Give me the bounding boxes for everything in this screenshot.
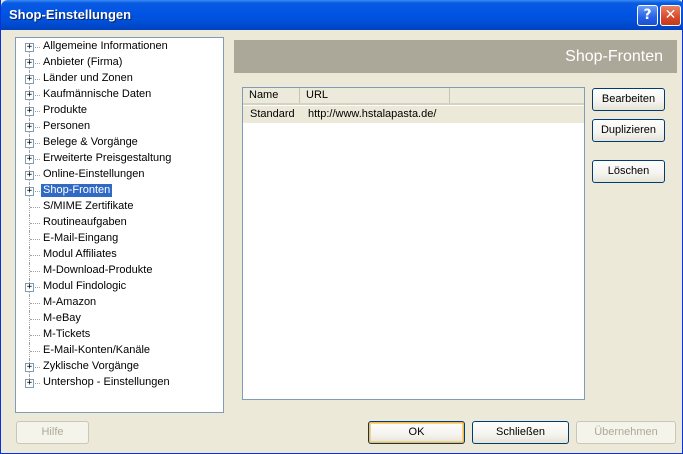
tree-item[interactable]: S/MIME Zertifikate	[16, 199, 223, 215]
tree-item-label: Zyklische Vorgänge	[43, 360, 139, 372]
tree-item-label: M-Download-Produkte	[43, 264, 153, 276]
column-header-url[interactable]: URL	[300, 88, 450, 103]
tree-item[interactable]: E-Mail-Eingang	[16, 231, 223, 247]
tree-connector	[30, 319, 40, 320]
tree-item[interactable]: Modul Affiliates	[16, 247, 223, 263]
expand-plus-icon[interactable]: +	[25, 139, 34, 148]
settings-dialog: Shop-Einstellungen ? ✕ + Allgemeine Infor…	[0, 0, 683, 454]
tree-item[interactable]: E-Mail-Konten/Kanäle	[16, 343, 223, 359]
tree-connector	[30, 239, 40, 240]
help-title-button[interactable]: ?	[637, 5, 658, 26]
help-button[interactable]: Hilfe	[16, 421, 89, 444]
tree-item[interactable]: + Erweiterte Preisgestaltung	[16, 151, 223, 167]
shopfront-list[interactable]: Name URL Standard http://www.hstalapasta…	[242, 87, 585, 400]
section-title: Shop-Fronten	[565, 48, 663, 65]
tree-connector	[30, 335, 40, 336]
tree-item[interactable]: + Modul Findologic	[16, 279, 223, 295]
tree-item-label: M-Tickets	[43, 328, 91, 340]
expand-plus-icon[interactable]: +	[25, 283, 34, 292]
tree-item-label: Produkte	[43, 104, 88, 116]
tree-item[interactable]: M-Download-Produkte	[16, 263, 223, 279]
expand-plus-icon[interactable]: +	[25, 43, 34, 52]
tree-item[interactable]: + Online-Einstellungen	[16, 167, 223, 183]
close-title-button[interactable]: ✕	[660, 5, 681, 26]
list-header: Name URL	[243, 88, 584, 105]
tree-connector	[30, 271, 40, 272]
tree-connector	[30, 303, 40, 304]
tree-item-label: Shop-Fronten	[41, 184, 113, 197]
edit-button[interactable]: Bearbeiten	[592, 88, 665, 111]
tree-item-label: Länder und Zonen	[43, 72, 133, 84]
ok-button[interactable]: OK	[368, 421, 465, 444]
tree-item[interactable]: + Untershop - Einstellungen	[16, 375, 223, 391]
tree-item-label: E-Mail-Eingang	[43, 232, 119, 244]
tree-item[interactable]: M-Tickets	[16, 327, 223, 343]
close-button[interactable]: Schließen	[472, 421, 569, 444]
cell-url: http://www.hstalapasta.de/	[308, 108, 437, 120]
tree-item-label: Anbieter (Firma)	[43, 56, 123, 68]
expand-plus-icon[interactable]: +	[25, 91, 34, 100]
expand-plus-icon[interactable]: +	[25, 75, 34, 84]
tree-item-label: Online-Einstellungen	[43, 168, 145, 180]
close-icon: ✕	[664, 7, 677, 23]
tree-connector	[30, 223, 40, 224]
tree-item-label: Kaufmännische Daten	[43, 88, 152, 100]
tree-item[interactable]: + Kaufmännische Daten	[16, 87, 223, 103]
expand-plus-icon[interactable]: +	[25, 379, 34, 388]
tree-item-label: Untershop - Einstellungen	[43, 376, 170, 388]
tree-item[interactable]: + Länder und Zonen	[16, 71, 223, 87]
tree-connector	[30, 255, 40, 256]
tree-item-label: S/MIME Zertifikate	[43, 200, 134, 212]
window-title: Shop-Einstellungen	[9, 7, 132, 22]
tree-item-label: E-Mail-Konten/Kanäle	[43, 344, 151, 356]
tree-item[interactable]: Routineaufgaben	[16, 215, 223, 231]
tree-item-label: Erweiterte Preisgestaltung	[43, 152, 172, 164]
tree-item-label: Personen	[43, 120, 91, 132]
tree-item-label: Routineaufgaben	[43, 216, 127, 228]
tree-item[interactable]: M-eBay	[16, 311, 223, 327]
expand-plus-icon[interactable]: +	[25, 107, 34, 116]
tree-item-label: M-Amazon	[43, 296, 97, 308]
expand-plus-icon[interactable]: +	[25, 59, 34, 68]
tree-item[interactable]: + Produkte	[16, 103, 223, 119]
tree-item[interactable]: M-Amazon	[16, 295, 223, 311]
expand-plus-icon[interactable]: +	[25, 123, 34, 132]
duplicate-button[interactable]: Duplizieren	[592, 119, 665, 142]
tree-item-label: Modul Findologic	[43, 280, 127, 292]
tree-item-label: Belege & Vorgänge	[43, 136, 138, 148]
table-row[interactable]: Standard http://www.hstalapasta.de/	[243, 106, 584, 123]
tree-connector	[30, 207, 40, 208]
tree-item[interactable]: + Personen	[16, 119, 223, 135]
tree-item[interactable]: + Zyklische Vorgänge	[16, 359, 223, 375]
tree-item[interactable]: + Shop-Fronten	[16, 183, 223, 199]
tree-item[interactable]: + Allgemeine Informationen	[16, 39, 223, 55]
expand-plus-icon[interactable]: +	[25, 171, 34, 180]
expand-plus-icon[interactable]: +	[25, 155, 34, 164]
title-bar[interactable]: Shop-Einstellungen ? ✕	[1, 0, 683, 30]
tree-item-label: M-eBay	[43, 312, 81, 324]
apply-button[interactable]: Übernehmen	[576, 421, 676, 444]
tree-item[interactable]: + Anbieter (Firma)	[16, 55, 223, 71]
delete-button[interactable]: Löschen	[592, 160, 665, 183]
section-header: Shop-Fronten	[234, 40, 677, 73]
tree-item-label: Modul Affiliates	[43, 248, 117, 260]
column-header-name[interactable]: Name	[243, 88, 300, 103]
expand-plus-icon[interactable]: +	[25, 363, 34, 372]
question-icon: ?	[643, 7, 652, 23]
expand-plus-icon[interactable]: +	[25, 187, 34, 196]
tree-item[interactable]: + Belege & Vorgänge	[16, 135, 223, 151]
tree-connector	[30, 351, 40, 352]
cell-name: Standard	[250, 108, 295, 120]
settings-tree[interactable]: + Allgemeine Informationen + Anbieter (Firm…	[15, 37, 224, 413]
tree-item-label: Allgemeine Informationen	[43, 40, 168, 52]
